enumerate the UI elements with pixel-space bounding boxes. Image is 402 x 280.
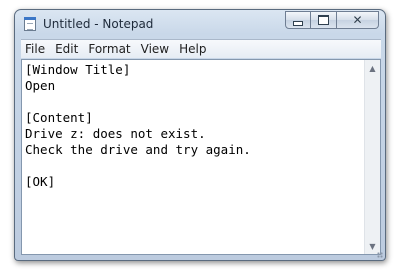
close-icon: ✕ [352,13,363,27]
menu-help[interactable]: Help [179,42,206,56]
menu-file[interactable]: File [25,42,45,56]
window-title: Untitled - Notepad [43,17,154,31]
maximize-button[interactable] [311,11,337,29]
menu-bar: File Edit Format View Help [21,39,381,58]
menu-view[interactable]: View [141,42,169,56]
menu-edit[interactable]: Edit [55,42,78,56]
text-content[interactable]: [Window Title] Open [Content] Drive z: d… [25,62,363,252]
editor-area[interactable]: [Window Title] Open [Content] Drive z: d… [21,59,381,255]
minimize-icon [293,20,303,26]
close-button[interactable]: ✕ [337,11,379,29]
minimize-button[interactable] [285,11,311,29]
caption-buttons: ✕ [285,11,379,29]
scroll-up-icon[interactable]: ▲ [365,60,380,76]
notepad-window: Untitled - Notepad ✕ File Edit Format Vi… [14,9,386,261]
notepad-icon[interactable] [24,17,36,31]
title-bar[interactable]: Untitled - Notepad ✕ [15,10,385,38]
menu-format[interactable]: Format [88,42,130,56]
resize-grip-icon[interactable] [377,252,383,258]
maximize-icon [318,15,329,25]
vertical-scrollbar[interactable]: ▲ ▼ [364,60,380,254]
